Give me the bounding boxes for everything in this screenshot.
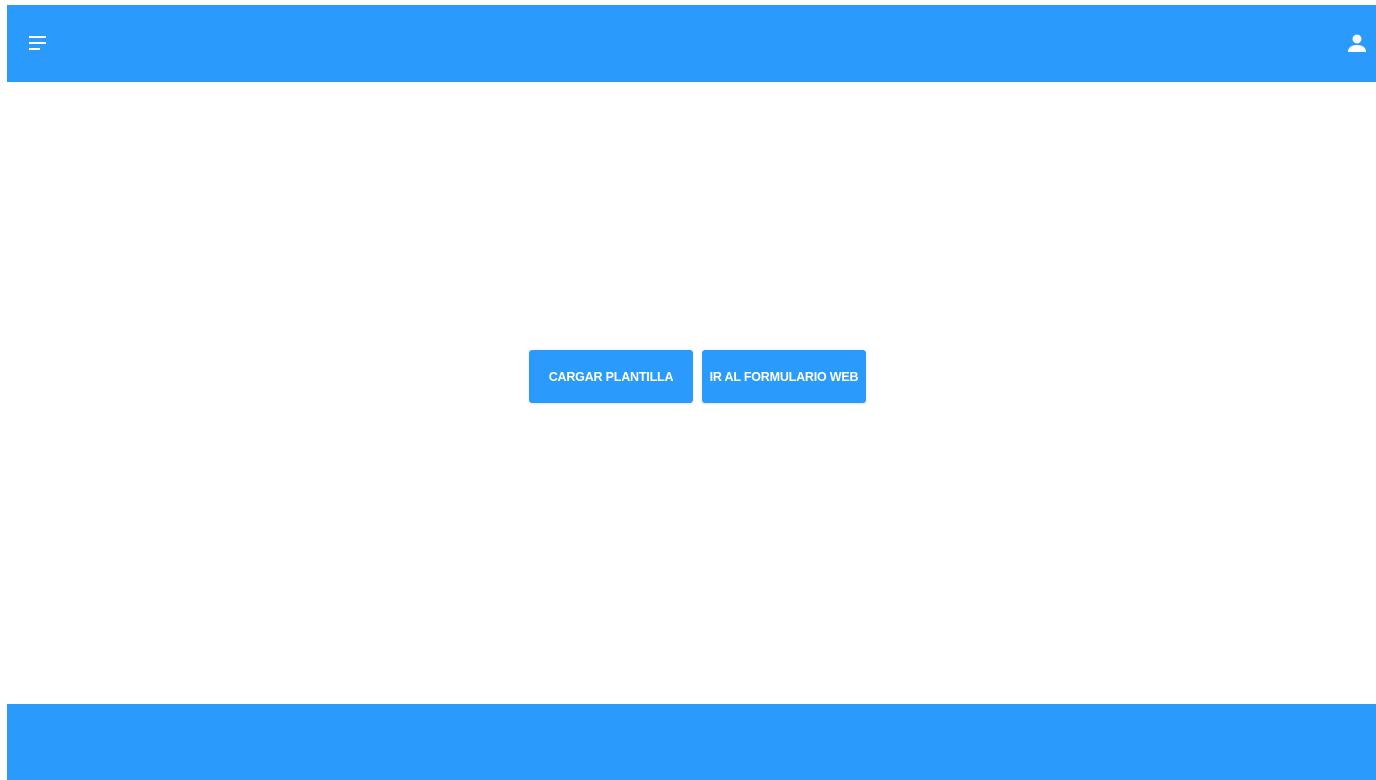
app-page: CARGAR PLANTILLA IR AL FORMULARIO WEB <box>0 0 1376 780</box>
menu-icon <box>29 36 46 50</box>
user-icon <box>1348 34 1366 52</box>
footer-bar <box>7 704 1376 780</box>
load-template-button[interactable]: CARGAR PLANTILLA <box>529 350 693 403</box>
main-content: CARGAR PLANTILLA IR AL FORMULARIO WEB <box>7 82 1376 704</box>
account-button[interactable] <box>1346 32 1368 54</box>
menu-button[interactable] <box>27 33 49 55</box>
action-buttons: CARGAR PLANTILLA IR AL FORMULARIO WEB <box>529 350 866 403</box>
go-to-web-form-button[interactable]: IR AL FORMULARIO WEB <box>702 350 866 403</box>
top-app-bar <box>7 5 1376 82</box>
